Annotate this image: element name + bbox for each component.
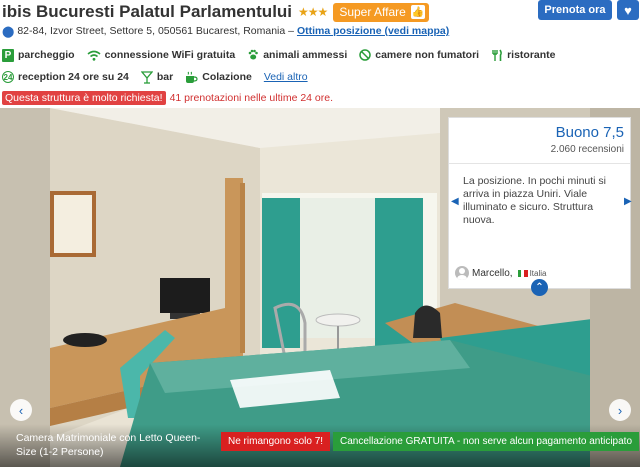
review-count[interactable]: 2.060 recensioni xyxy=(551,144,624,155)
amenity-label: parcheggio xyxy=(18,49,75,61)
address-row: ⬤ 82-84, Izvor Street, Settore 5, 050561… xyxy=(2,24,449,38)
review-next-icon[interactable]: ▶ xyxy=(624,196,632,207)
review-author: Marcello, Italia xyxy=(455,266,546,280)
cutlery-icon xyxy=(491,49,503,62)
address-text: 82-84, Izvor Street, Settore 5, 050561 B… xyxy=(17,25,294,37)
amenity-bar: bar xyxy=(140,70,174,84)
map-pin-icon: ⬤ xyxy=(2,25,15,38)
review-text: La posizione. In pochi minuti si arriva … xyxy=(463,175,606,226)
review-score: Buono 7,5 xyxy=(555,124,624,141)
amenity-non-smoking: camere non fumatori xyxy=(359,49,479,61)
author-country: Italia xyxy=(529,268,547,278)
see-more-link[interactable]: Vedi altro xyxy=(264,71,308,83)
amenity-reception: 24 reception 24 ore su 24 xyxy=(2,71,129,83)
room-caption: Camera Matrimoniale con Letto Queen-Size… xyxy=(16,432,201,458)
high-demand-badge: Questa struttura è molto richiesta! xyxy=(2,91,166,105)
scarcity-badge: Ne rimangono solo 7! xyxy=(221,432,331,451)
amenity-label: ristorante xyxy=(507,49,556,61)
paw-icon xyxy=(247,49,259,61)
italy-flag-icon xyxy=(517,269,528,277)
hotel-name: ibis Bucuresti Palatul Parlamentului xyxy=(2,2,293,21)
amenity-label: Colazione xyxy=(202,71,252,83)
amenity-wifi: connessione WiFi gratuita xyxy=(87,49,236,61)
gallery-next-button[interactable]: › xyxy=(609,399,631,421)
demand-row: Questa struttura è molto richiesta! 41 p… xyxy=(2,91,333,105)
thumbs-up-icon: 👍 xyxy=(410,5,425,19)
heart-icon[interactable]: ♥ xyxy=(617,0,639,20)
clock-24-icon: 24 xyxy=(2,71,14,83)
amenity-label: reception 24 ore su 24 xyxy=(18,71,129,83)
cocktail-icon xyxy=(140,70,153,84)
review-card: Buono 7,5 2.060 recensioni La posizione.… xyxy=(448,117,631,289)
divider xyxy=(449,163,630,164)
super-affare-label: Super Affare xyxy=(339,5,406,19)
gallery-prev-button[interactable]: ‹ xyxy=(10,399,32,421)
amenity-pets: animali ammessi xyxy=(247,49,347,61)
super-affare-badge: Super Affare 👍 xyxy=(333,2,429,22)
star-rating: ★★★ xyxy=(298,5,328,19)
wifi-icon xyxy=(87,50,101,61)
title-row: ibis Bucuresti Palatul Parlamentului ★★★… xyxy=(2,0,429,24)
parking-icon: P xyxy=(2,48,14,62)
avatar xyxy=(455,266,469,280)
author-name: Marcello, xyxy=(472,267,513,279)
no-smoking-icon xyxy=(359,49,371,61)
book-now-button[interactable]: Prenota ora xyxy=(538,0,612,20)
free-cancellation-badge: Cancellazione GRATUITA - non serve alcun… xyxy=(333,432,640,451)
coffee-icon xyxy=(185,71,198,84)
amenities-row: 24 reception 24 ore su 24 bar Colazione … xyxy=(2,68,308,86)
amenity-label: connessione WiFi gratuita xyxy=(104,49,236,61)
amenity-restaurant: ristorante xyxy=(491,49,556,62)
amenity-label: bar xyxy=(156,71,174,83)
review-prev-icon[interactable]: ◀ xyxy=(451,196,459,207)
amenity-label: camere non fumatori xyxy=(375,49,480,61)
chevron-up-icon[interactable]: ⌃ xyxy=(531,279,548,296)
amenities-row: P parcheggio connessione WiFi gratuita a… xyxy=(2,46,568,64)
map-link[interactable]: Ottima posizione (vedi mappa) xyxy=(297,25,449,37)
amenity-label: animali ammessi xyxy=(263,49,348,61)
amenity-parking: P parcheggio xyxy=(2,48,75,62)
bookings-count-text: 41 prenotazioni nelle ultime 24 ore. xyxy=(169,92,334,104)
amenity-breakfast: Colazione xyxy=(185,71,252,84)
